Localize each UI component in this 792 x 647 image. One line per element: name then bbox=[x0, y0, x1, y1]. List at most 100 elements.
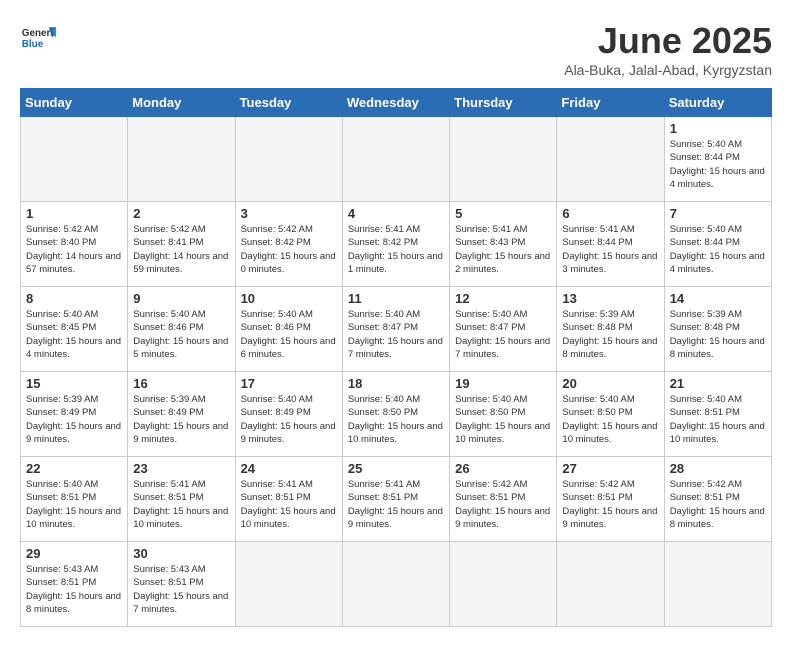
calendar-cell bbox=[235, 542, 342, 627]
day-number: 17 bbox=[241, 376, 337, 391]
calendar-cell: 22Sunrise: 5:40 AM Sunset: 8:51 PM Dayli… bbox=[21, 457, 128, 542]
calendar-cell bbox=[557, 117, 664, 202]
day-info: Sunrise: 5:41 AM Sunset: 8:44 PM Dayligh… bbox=[562, 223, 658, 276]
calendar-cell: 1 Sunrise: 5:42 AM Sunset: 8:40 PM Daylig… bbox=[21, 202, 128, 287]
calendar-week-row: 22Sunrise: 5:40 AM Sunset: 8:51 PM Dayli… bbox=[21, 457, 772, 542]
calendar-week-row: 8Sunrise: 5:40 AM Sunset: 8:45 PM Daylig… bbox=[21, 287, 772, 372]
day-info: Sunrise: 5:39 AM Sunset: 8:49 PM Dayligh… bbox=[26, 393, 122, 446]
calendar-cell bbox=[557, 542, 664, 627]
calendar-cell: 18 Sunrise: 5:40 AM Sunset: 8:50 PM Dayli… bbox=[342, 372, 449, 457]
day-info: Sunrise: 5:42 AM Sunset: 8:41 PM Dayligh… bbox=[133, 223, 229, 276]
calendar-cell bbox=[450, 542, 557, 627]
title-area: June 2025 Ala-Buka, Jalal-Abad, Kyrgyzst… bbox=[564, 20, 772, 78]
logo: General Blue bbox=[20, 20, 56, 56]
day-info: Sunrise: 5:40 AM Sunset: 8:50 PM Dayligh… bbox=[455, 393, 551, 446]
day-info: Sunrise: 5:39 AM Sunset: 8:49 PM Dayligh… bbox=[133, 393, 229, 446]
calendar-cell: 30Sunrise: 5:43 AM Sunset: 8:51 PM Dayli… bbox=[128, 542, 235, 627]
day-header-sunday: Sunday bbox=[21, 89, 128, 117]
day-info: Sunrise: 5:41 AM Sunset: 8:51 PM Dayligh… bbox=[133, 478, 229, 531]
day-number: 23 bbox=[133, 461, 229, 476]
day-info: Sunrise: 5:40 AM Sunset: 8:47 PM Dayligh… bbox=[455, 308, 551, 361]
day-info: Sunrise: 5:39 AM Sunset: 8:48 PM Dayligh… bbox=[670, 308, 766, 361]
day-number: 20 bbox=[562, 376, 658, 391]
day-number: 24 bbox=[241, 461, 337, 476]
day-number: 15 bbox=[26, 376, 122, 391]
calendar-cell: 17 Sunrise: 5:40 AM Sunset: 8:49 PM Dayli… bbox=[235, 372, 342, 457]
day-info: Sunrise: 5:41 AM Sunset: 8:51 PM Dayligh… bbox=[241, 478, 337, 531]
day-info: Sunrise: 5:41 AM Sunset: 8:42 PM Dayligh… bbox=[348, 223, 444, 276]
calendar-cell: 5Sunrise: 5:41 AM Sunset: 8:43 PM Daylig… bbox=[450, 202, 557, 287]
calendar-week-row: 29 Sunrise: 5:43 AM Sunset: 8:51 PM Dayli… bbox=[21, 542, 772, 627]
calendar-cell: 28 Sunrise: 5:42 AM Sunset: 8:51 PM Dayli… bbox=[664, 457, 771, 542]
calendar-cell bbox=[450, 117, 557, 202]
calendar-week-row: 1 Sunrise: 5:40 AM Sunset: 8:44 PM Daylig… bbox=[21, 117, 772, 202]
calendar-cell: 6 Sunrise: 5:41 AM Sunset: 8:44 PM Daylig… bbox=[557, 202, 664, 287]
calendar-cell: 3 Sunrise: 5:42 AM Sunset: 8:42 PM Daylig… bbox=[235, 202, 342, 287]
day-number: 18 bbox=[348, 376, 444, 391]
calendar-cell: 21 Sunrise: 5:40 AM Sunset: 8:51 PM Dayli… bbox=[664, 372, 771, 457]
calendar-week-row: 15 Sunrise: 5:39 AM Sunset: 8:49 PM Dayli… bbox=[21, 372, 772, 457]
calendar-cell: 1 Sunrise: 5:40 AM Sunset: 8:44 PM Daylig… bbox=[664, 117, 771, 202]
day-number: 9 bbox=[133, 291, 229, 306]
day-number: 21 bbox=[670, 376, 766, 391]
calendar-cell: 27Sunrise: 5:42 AM Sunset: 8:51 PM Dayli… bbox=[557, 457, 664, 542]
day-number: 2 bbox=[133, 206, 229, 221]
day-info: Sunrise: 5:42 AM Sunset: 8:51 PM Dayligh… bbox=[562, 478, 658, 531]
day-number: 13 bbox=[562, 291, 658, 306]
calendar-cell: 4 Sunrise: 5:41 AM Sunset: 8:42 PM Daylig… bbox=[342, 202, 449, 287]
day-info: Sunrise: 5:40 AM Sunset: 8:50 PM Dayligh… bbox=[562, 393, 658, 446]
day-info: Sunrise: 5:40 AM Sunset: 8:47 PM Dayligh… bbox=[348, 308, 444, 361]
calendar-cell bbox=[235, 117, 342, 202]
day-info: Sunrise: 5:42 AM Sunset: 8:42 PM Dayligh… bbox=[241, 223, 337, 276]
day-number: 1 bbox=[670, 121, 766, 136]
calendar-cell bbox=[342, 542, 449, 627]
calendar-cell: 19 Sunrise: 5:40 AM Sunset: 8:50 PM Dayli… bbox=[450, 372, 557, 457]
day-number: 29 bbox=[26, 546, 122, 561]
day-number: 7 bbox=[670, 206, 766, 221]
calendar-cell: 2 Sunrise: 5:42 AM Sunset: 8:41 PM Daylig… bbox=[128, 202, 235, 287]
day-number: 26 bbox=[455, 461, 551, 476]
calendar-cell: 10Sunrise: 5:40 AM Sunset: 8:46 PM Dayli… bbox=[235, 287, 342, 372]
calendar-cell: 29 Sunrise: 5:43 AM Sunset: 8:51 PM Dayli… bbox=[21, 542, 128, 627]
calendar-cell: 13 Sunrise: 5:39 AM Sunset: 8:48 PM Dayli… bbox=[557, 287, 664, 372]
day-info: Sunrise: 5:42 AM Sunset: 8:51 PM Dayligh… bbox=[455, 478, 551, 531]
day-header-wednesday: Wednesday bbox=[342, 89, 449, 117]
day-info: Sunrise: 5:41 AM Sunset: 8:43 PM Dayligh… bbox=[455, 223, 551, 276]
day-info: Sunrise: 5:40 AM Sunset: 8:46 PM Dayligh… bbox=[133, 308, 229, 361]
day-info: Sunrise: 5:43 AM Sunset: 8:51 PM Dayligh… bbox=[133, 563, 229, 616]
calendar-cell: 9 Sunrise: 5:40 AM Sunset: 8:46 PM Daylig… bbox=[128, 287, 235, 372]
day-number: 25 bbox=[348, 461, 444, 476]
day-info: Sunrise: 5:40 AM Sunset: 8:44 PM Dayligh… bbox=[670, 138, 766, 191]
day-number: 19 bbox=[455, 376, 551, 391]
day-number: 8 bbox=[26, 291, 122, 306]
day-info: Sunrise: 5:40 AM Sunset: 8:44 PM Dayligh… bbox=[670, 223, 766, 276]
day-number: 11 bbox=[348, 291, 444, 306]
calendar-table: SundayMondayTuesdayWednesdayThursdayFrid… bbox=[20, 88, 772, 627]
day-number: 6 bbox=[562, 206, 658, 221]
day-info: Sunrise: 5:43 AM Sunset: 8:51 PM Dayligh… bbox=[26, 563, 122, 616]
day-info: Sunrise: 5:40 AM Sunset: 8:51 PM Dayligh… bbox=[670, 393, 766, 446]
calendar-cell: 24 Sunrise: 5:41 AM Sunset: 8:51 PM Dayli… bbox=[235, 457, 342, 542]
day-number: 28 bbox=[670, 461, 766, 476]
day-info: Sunrise: 5:39 AM Sunset: 8:48 PM Dayligh… bbox=[562, 308, 658, 361]
calendar-cell: 16 Sunrise: 5:39 AM Sunset: 8:49 PM Dayli… bbox=[128, 372, 235, 457]
calendar-cell: 11 Sunrise: 5:40 AM Sunset: 8:47 PM Dayli… bbox=[342, 287, 449, 372]
day-number: 16 bbox=[133, 376, 229, 391]
day-number: 1 bbox=[26, 206, 122, 221]
calendar-week-row: 1 Sunrise: 5:42 AM Sunset: 8:40 PM Daylig… bbox=[21, 202, 772, 287]
day-info: Sunrise: 5:42 AM Sunset: 8:40 PM Dayligh… bbox=[26, 223, 122, 276]
calendar-cell: 25 Sunrise: 5:41 AM Sunset: 8:51 PM Dayli… bbox=[342, 457, 449, 542]
calendar-cell: 8Sunrise: 5:40 AM Sunset: 8:45 PM Daylig… bbox=[21, 287, 128, 372]
calendar-cell bbox=[128, 117, 235, 202]
day-number: 22 bbox=[26, 461, 122, 476]
day-info: Sunrise: 5:40 AM Sunset: 8:50 PM Dayligh… bbox=[348, 393, 444, 446]
day-info: Sunrise: 5:41 AM Sunset: 8:51 PM Dayligh… bbox=[348, 478, 444, 531]
header: General Blue June 2025 Ala-Buka, Jalal-A… bbox=[20, 20, 772, 78]
day-info: Sunrise: 5:42 AM Sunset: 8:51 PM Dayligh… bbox=[670, 478, 766, 531]
day-info: Sunrise: 5:40 AM Sunset: 8:46 PM Dayligh… bbox=[241, 308, 337, 361]
calendar-cell: 12Sunrise: 5:40 AM Sunset: 8:47 PM Dayli… bbox=[450, 287, 557, 372]
day-number: 3 bbox=[241, 206, 337, 221]
day-number: 4 bbox=[348, 206, 444, 221]
day-header-monday: Monday bbox=[128, 89, 235, 117]
day-info: Sunrise: 5:40 AM Sunset: 8:49 PM Dayligh… bbox=[241, 393, 337, 446]
